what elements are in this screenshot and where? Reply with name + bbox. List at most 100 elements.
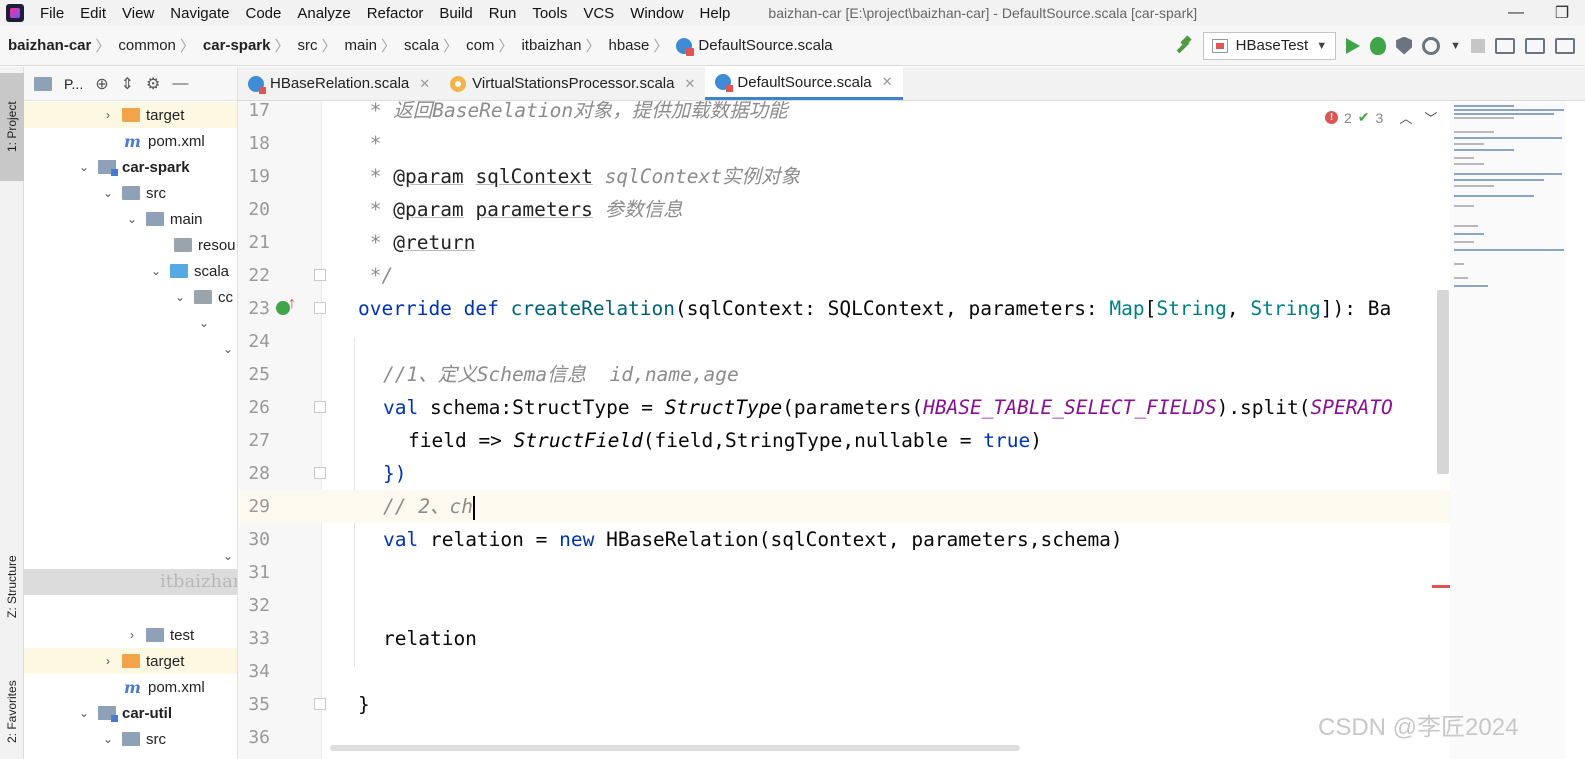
menu-help[interactable]: Help (692, 5, 739, 22)
breadcrumb-file[interactable]: DefaultSource.scala (668, 37, 836, 56)
chevron-down-icon[interactable]: ⌄ (172, 290, 188, 304)
structure-tool-tab[interactable]: Z: Structure (0, 537, 24, 637)
inspection-widget[interactable]: ! 2 ✔ 3 ︿ ﹀ (1325, 108, 1438, 127)
tree-item-pom[interactable]: m pom.xml (24, 674, 237, 700)
chevron-down-icon[interactable]: ⌄ (100, 186, 116, 200)
breadcrumb-common[interactable]: common (110, 37, 180, 54)
chevron-down-icon[interactable]: ⌄ (124, 212, 140, 226)
override-method-icon[interactable] (276, 295, 296, 315)
chevron-right-icon[interactable]: › (100, 654, 116, 668)
build-hammer-icon[interactable] (1173, 36, 1193, 56)
menu-view[interactable]: View (114, 5, 162, 22)
breadcrumb-src[interactable]: src (289, 37, 321, 54)
stop-icon[interactable] (1471, 38, 1485, 53)
breadcrumb-hbase[interactable]: hbase (601, 37, 654, 54)
chevron-right-icon[interactable]: › (124, 628, 140, 642)
menu-edit[interactable]: Edit (72, 5, 114, 22)
tree-item-collapsed[interactable]: ⌄ (24, 543, 237, 569)
menu-analyze[interactable]: Analyze (289, 5, 358, 22)
fold-marker-icon[interactable] (314, 401, 326, 413)
tree-item-test[interactable]: › test (24, 622, 237, 648)
collapse-all-icon[interactable]: ⇕ (121, 74, 134, 94)
minimize-button[interactable]: — (1493, 4, 1539, 22)
editor-horizontal-scrollbar[interactable] (330, 745, 1020, 751)
tree-item-collapsed[interactable]: ⌄ (24, 310, 237, 336)
maximize-button[interactable]: ❐ (1539, 3, 1585, 23)
menu-build[interactable]: Build (431, 5, 480, 22)
menu-vcs[interactable]: VCS (575, 5, 622, 22)
search-everywhere-icon[interactable] (1555, 37, 1575, 54)
project-tool-tab[interactable]: 1: Project (0, 73, 24, 181)
breadcrumb-scala[interactable]: scala (396, 37, 443, 54)
run-with-coverage-icon[interactable] (1396, 36, 1413, 55)
profile-icon[interactable] (1422, 36, 1441, 55)
chevron-down-icon[interactable]: ⌄ (220, 342, 236, 356)
tree-item-src[interactable]: ⌄ src (24, 726, 237, 752)
chevron-down-icon[interactable]: ⌄ (76, 160, 92, 174)
settings-gear-icon[interactable]: ⚙ (146, 74, 160, 94)
tree-item-target[interactable]: › target (24, 102, 237, 128)
menu-navigate[interactable]: Navigate (162, 5, 237, 22)
project-structure-icon[interactable] (1495, 37, 1515, 54)
chevron-down-icon[interactable]: ⌄ (148, 264, 164, 278)
minimap-line (1454, 131, 1494, 133)
debug-bug-icon[interactable] (1370, 36, 1387, 55)
tree-item-resources[interactable]: resou (24, 232, 237, 258)
tree-item-car-util[interactable]: ⌄ car-util (24, 700, 237, 726)
run-configuration-select[interactable]: HBaseTest ▼ (1202, 31, 1337, 60)
fold-marker-icon[interactable] (314, 269, 326, 281)
menu-code[interactable]: Code (237, 5, 289, 22)
favorites-tool-tab[interactable]: 2: Favorites (0, 667, 24, 757)
menu-run[interactable]: Run (481, 5, 525, 22)
chevron-down-icon[interactable]: ⌄ (196, 316, 212, 330)
tree-item-scala[interactable]: ⌄ scala (24, 258, 237, 284)
breadcrumb-separator-icon: 〉 (443, 38, 459, 55)
locate-target-icon[interactable]: ⊕ (95, 74, 108, 94)
tree-item-src[interactable]: ⌄ src (24, 180, 237, 206)
menu-window[interactable]: Window (622, 5, 691, 22)
chevron-up-icon[interactable]: ︿ (1399, 108, 1412, 127)
code-editor[interactable]: 17 * 返回BaseRelation对象，提供加载数据功能 18 * 19 *… (238, 101, 1450, 759)
breadcrumb-main[interactable]: main (337, 37, 382, 54)
menu-refactor[interactable]: Refactor (359, 5, 432, 22)
close-icon[interactable]: ✕ (419, 76, 430, 92)
tree-item-collapsed[interactable]: ⌄ (24, 336, 237, 362)
breadcrumb-file-label: DefaultSource.scala (698, 37, 833, 54)
breadcrumb-com[interactable]: com (458, 37, 498, 54)
error-stripe-marker[interactable] (1432, 585, 1450, 588)
menu-file[interactable]: File (32, 5, 72, 22)
breadcrumb-itbaizhan[interactable]: itbaizhan (513, 37, 585, 54)
run-play-icon[interactable] (1346, 37, 1361, 54)
tree-item-target[interactable]: › target (24, 648, 237, 674)
tree-item-pom[interactable]: m pom.xml (24, 128, 237, 154)
doc-param-desc: sqlContext实例对象 (592, 165, 800, 188)
tree-item-car-spark[interactable]: ⌄ car-spark (24, 154, 237, 180)
line-number: 33 (248, 628, 270, 649)
doc-star: * (358, 165, 394, 188)
tree-item-package[interactable]: ⌄ cc (24, 284, 237, 310)
chevron-down-icon[interactable]: ⌄ (76, 706, 92, 720)
close-icon[interactable]: ✕ (882, 74, 893, 90)
close-icon[interactable]: ✕ (684, 76, 695, 92)
tree-item-main[interactable]: ⌄ main (24, 206, 237, 232)
chevron-down-icon[interactable]: ⌄ (100, 732, 116, 746)
tab-defaultsource[interactable]: DefaultSource.scala ✕ (705, 67, 903, 100)
fold-marker-icon[interactable] (314, 467, 326, 479)
chevron-down-icon[interactable]: ﹀ (1424, 108, 1437, 127)
editor-vertical-scrollbar[interactable] (1437, 290, 1449, 474)
chevron-down-icon[interactable]: ▼ (1450, 40, 1461, 52)
code-minimap[interactable] (1450, 101, 1565, 759)
breadcrumb-car-spark[interactable]: car-spark (195, 37, 275, 54)
tab-hbaserelation[interactable]: HBaseRelation.scala ✕ (238, 67, 440, 100)
project-view-select[interactable]: P... (64, 76, 83, 92)
chevron-right-icon[interactable]: › (100, 108, 116, 122)
fold-marker-icon[interactable] (314, 302, 326, 314)
menu-tools[interactable]: Tools (524, 5, 575, 22)
presentation-icon[interactable] (1525, 37, 1545, 54)
fold-marker-icon[interactable] (314, 698, 326, 710)
tab-virtualstationsprocessor[interactable]: VirtualStationsProcessor.scala ✕ (440, 67, 705, 100)
hide-panel-icon[interactable]: — (172, 75, 188, 93)
line-number: 19 (248, 166, 270, 187)
breadcrumb-project[interactable]: baizhan-car (0, 37, 95, 54)
chevron-down-icon[interactable]: ⌄ (220, 549, 236, 563)
